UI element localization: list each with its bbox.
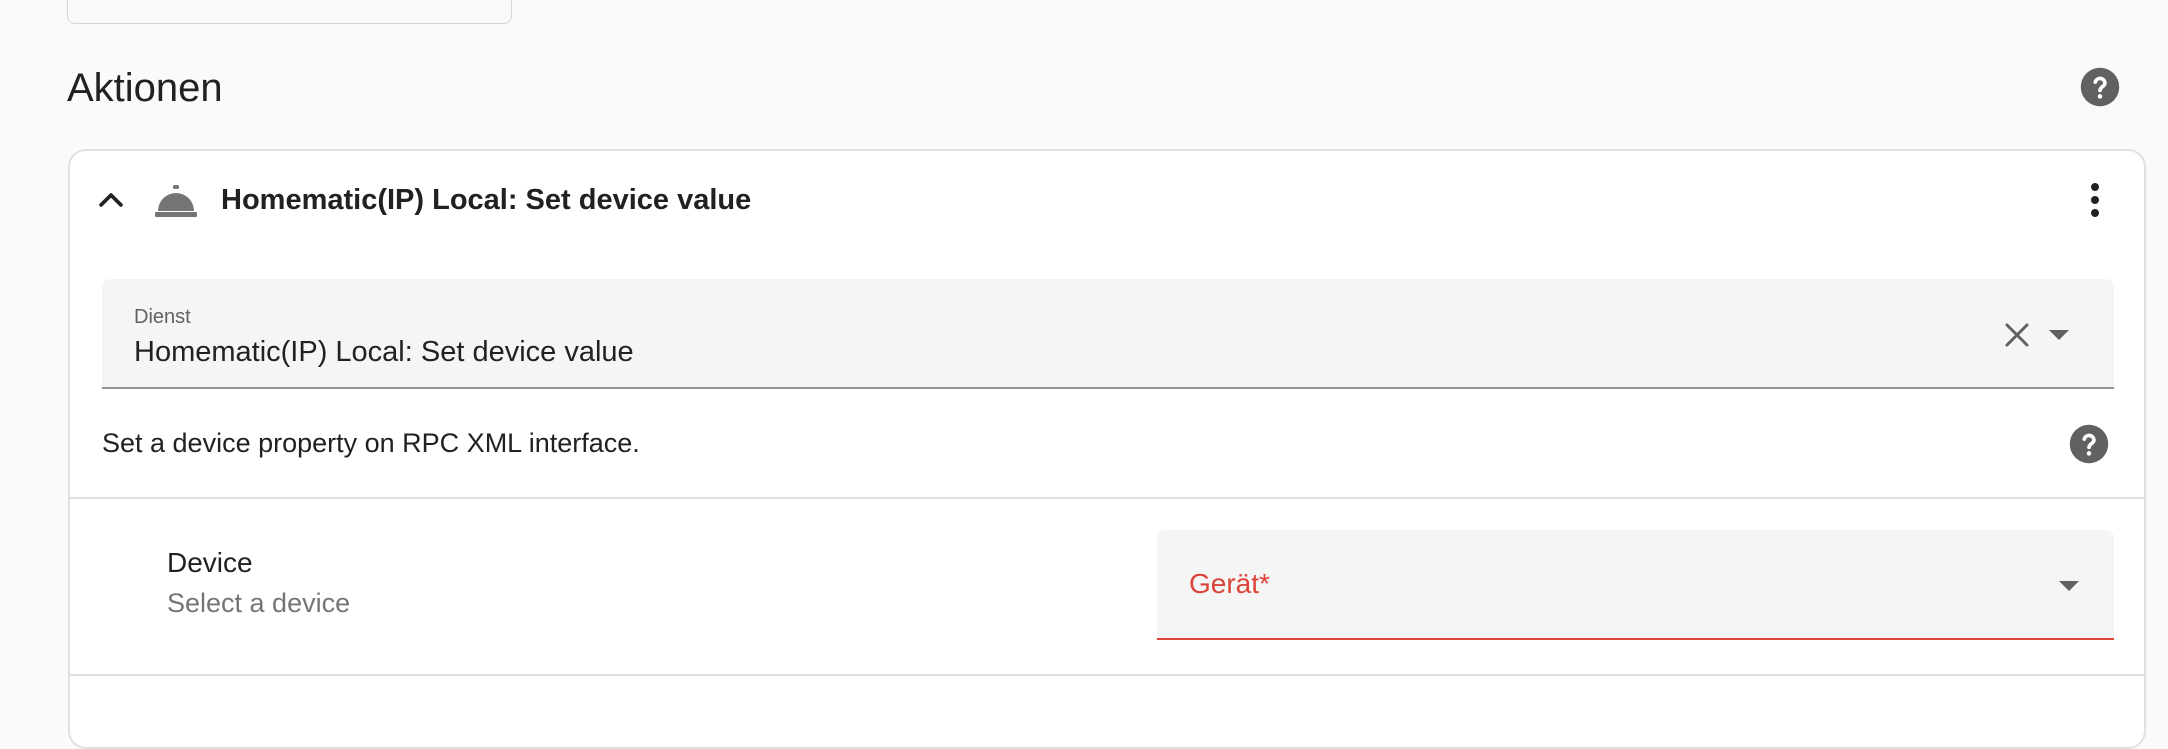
help-circle-icon[interactable] [2079, 66, 2121, 108]
close-icon[interactable] [2002, 320, 2032, 350]
dots-vertical-icon[interactable] [2078, 179, 2112, 221]
action-description: Set a device property on RPC XML interfa… [102, 428, 640, 458]
device-field-name: Device [167, 547, 253, 578]
room-service-icon [154, 181, 198, 219]
menu-down-icon[interactable] [2057, 579, 2081, 593]
menu-down-icon[interactable] [2047, 328, 2071, 342]
action-card: Homematic(IP) Local: Set device value Di… [68, 149, 2146, 749]
divider [70, 497, 2144, 499]
action-card-header[interactable]: Homematic(IP) Local: Set device value [70, 151, 2144, 247]
service-select[interactable]: Dienst Homematic(IP) Local: Set device v… [102, 279, 2114, 389]
action-title: Homematic(IP) Local: Set device value [221, 184, 752, 216]
chevron-up-icon[interactable] [94, 183, 128, 217]
device-select[interactable]: Gerät* [1157, 530, 2114, 640]
device-field-description: Select a device [167, 588, 351, 618]
device-select-label: Gerät* [1189, 568, 1270, 599]
service-select-value: Homematic(IP) Local: Set device value [134, 336, 634, 368]
help-circle-icon[interactable] [2068, 423, 2110, 465]
divider [70, 674, 2144, 676]
service-select-label: Dienst [134, 306, 191, 328]
device-field-info: Device Select a device [167, 545, 350, 621]
section-title: Aktionen [67, 66, 223, 110]
previous-field-box[interactable] [67, 0, 512, 24]
